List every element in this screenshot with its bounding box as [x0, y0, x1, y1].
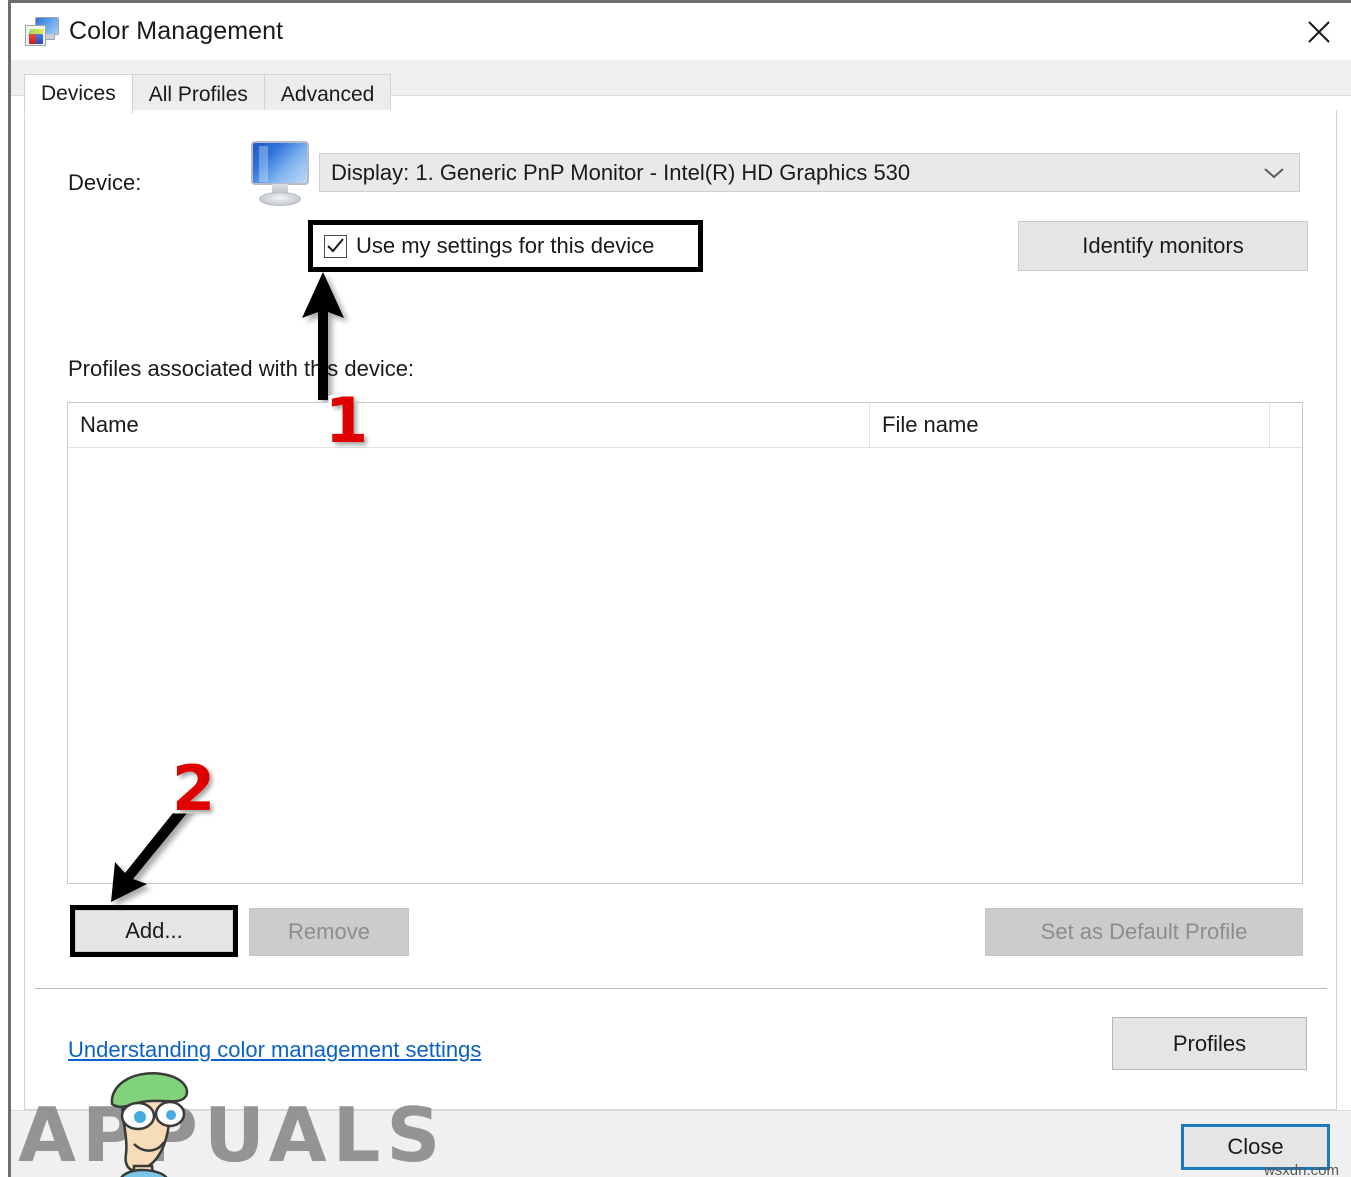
- devices-panel: Device: Display: 1. Generic PnP Monitor …: [24, 110, 1337, 1110]
- profiles-button[interactable]: Profiles: [1112, 1017, 1307, 1070]
- device-select[interactable]: Display: 1. Generic PnP Monitor - Intel(…: [319, 153, 1300, 192]
- add-button[interactable]: Add...: [75, 910, 233, 952]
- tab-devices[interactable]: Devices: [24, 74, 133, 114]
- profiles-list-body[interactable]: [68, 448, 1302, 883]
- understanding-color-management-link[interactable]: Understanding color management settings: [68, 1037, 481, 1063]
- device-label: Device:: [68, 170, 142, 195]
- profiles-section-label: Profiles associated with this device:: [68, 356, 415, 381]
- tab-strip: Devices All Profiles Advanced: [11, 60, 1351, 114]
- profiles-list[interactable]: Name File name: [67, 402, 1303, 884]
- profiles-list-header: Name File name: [68, 403, 1302, 448]
- use-my-settings-checkbox[interactable]: Use my settings for this device: [313, 225, 698, 267]
- add-button-label: Add...: [125, 918, 183, 943]
- column-header-name[interactable]: Name: [68, 403, 869, 447]
- help-link-label: Understanding color management settings: [68, 1037, 482, 1062]
- appuals-watermark: APPUALS: [18, 1072, 538, 1177]
- remove-button-label: Remove: [288, 919, 370, 944]
- column-header-file-name-label: File name: [882, 412, 979, 437]
- tab-all-profiles[interactable]: All Profiles: [131, 74, 265, 114]
- identify-monitors-button[interactable]: Identify monitors: [1018, 221, 1308, 271]
- tab-advanced[interactable]: Advanced: [263, 74, 392, 114]
- monitor-icon: [245, 141, 315, 207]
- column-header-spacer: [1269, 403, 1302, 447]
- window-title: Color Management: [69, 17, 284, 45]
- device-select-value: Display: 1. Generic PnP Monitor - Intel(…: [331, 159, 911, 185]
- color-management-icon: [25, 16, 59, 47]
- color-management-window: Color Management Devices All Profiles Ad…: [8, 0, 1351, 1177]
- checkbox-checked-icon: [324, 234, 347, 258]
- annotation-number-2: 2: [168, 752, 218, 825]
- identify-monitors-label: Identify monitors: [1082, 233, 1244, 258]
- set-as-default-profile-label: Set as Default Profile: [1040, 919, 1248, 944]
- tab-devices-label: Devices: [41, 82, 116, 105]
- remove-button: Remove: [249, 908, 409, 956]
- column-header-name-label: Name: [80, 412, 139, 437]
- chevron-down-icon: [1263, 154, 1285, 191]
- title-bar: Color Management: [11, 3, 1351, 60]
- profiles-button-label: Profiles: [1172, 1030, 1247, 1056]
- use-my-settings-label: Use my settings for this device: [356, 233, 655, 258]
- use-my-settings-highlight: Use my settings for this device: [308, 220, 703, 272]
- add-button-highlight: Add...: [70, 905, 238, 957]
- close-icon[interactable]: [1287, 3, 1351, 60]
- site-watermark: wsxdn.com: [1263, 1162, 1339, 1177]
- screenshot-root: Color Management Devices All Profiles Ad…: [0, 0, 1351, 1177]
- set-as-default-profile-button: Set as Default Profile: [985, 908, 1303, 956]
- annotation-number-1: 1: [321, 384, 371, 457]
- column-header-file-name[interactable]: File name: [869, 403, 1269, 447]
- tab-all-profiles-label: All Profiles: [148, 82, 248, 106]
- tab-advanced-label: Advanced: [280, 82, 375, 106]
- divider: [35, 988, 1327, 989]
- appuals-mascot-icon: [110, 1072, 189, 1177]
- close-button-label: Close: [1227, 1134, 1284, 1159]
